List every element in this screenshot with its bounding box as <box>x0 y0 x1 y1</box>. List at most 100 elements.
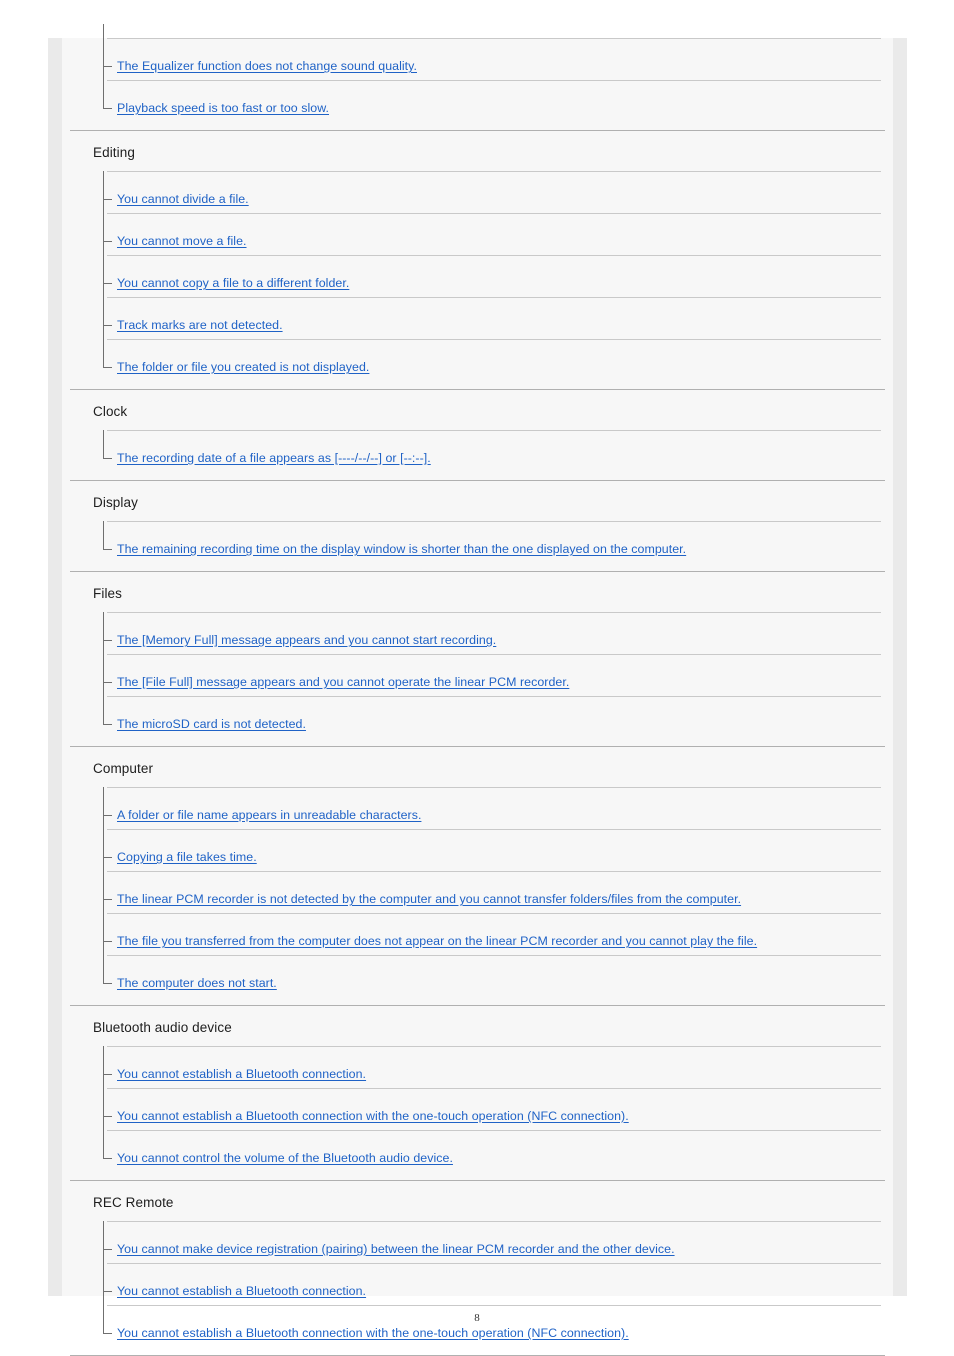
topic-link[interactable]: Playback speed is too fast or too slow. <box>117 100 329 116</box>
list-item: Copying a file takes time. <box>62 829 893 871</box>
tree-branch-icon <box>103 899 112 900</box>
link-tree: The Equalizer function does not change s… <box>62 24 893 130</box>
section-heading: Bluetooth audio device <box>93 1020 232 1035</box>
tree-branch-icon <box>103 1291 112 1292</box>
topic-link[interactable]: The remaining recording time on the disp… <box>117 541 686 557</box>
item-separator <box>107 171 881 172</box>
list-item: The Equalizer function does not change s… <box>62 38 893 80</box>
topic-link[interactable]: You cannot establish a Bluetooth connect… <box>117 1283 366 1299</box>
list-item: You cannot divide a file. <box>62 171 893 213</box>
list-item: The recording date of a file appears as … <box>62 430 893 472</box>
tree-branch-icon <box>103 1249 112 1250</box>
tree-branch-icon <box>103 1158 112 1159</box>
list-item: You cannot copy a file to a different fo… <box>62 255 893 297</box>
list-item: The file you transferred from the comput… <box>62 913 893 955</box>
list-item: The linear PCM recorder is not detected … <box>62 871 893 913</box>
topic-link[interactable]: You cannot copy a file to a different fo… <box>117 275 349 291</box>
topic-link[interactable]: The linear PCM recorder is not detected … <box>117 891 741 907</box>
link-tree: You cannot establish a Bluetooth connect… <box>62 1046 893 1180</box>
tree-branch-icon <box>103 941 112 942</box>
link-tree: A folder or file name appears in unreada… <box>62 787 893 1005</box>
section: Bluetooth audio device You cannot establi… <box>62 1005 893 1180</box>
tree-branch-icon <box>103 857 112 858</box>
item-separator <box>107 213 881 214</box>
list-item: A folder or file name appears in unreada… <box>62 787 893 829</box>
tree-branch-icon <box>103 724 112 725</box>
item-separator <box>107 80 881 81</box>
tree-branch-icon <box>103 199 112 200</box>
tree-branch-icon <box>103 241 112 242</box>
item-separator <box>107 829 881 830</box>
list-item: The folder or file you created is not di… <box>62 339 893 381</box>
item-separator <box>107 1046 881 1047</box>
item-separator <box>107 1263 881 1264</box>
list-item: The [File Full] message appears and you … <box>62 654 893 696</box>
topic-link[interactable]: You cannot establish a Bluetooth connect… <box>117 1066 366 1082</box>
topic-link[interactable]: You cannot move a file. <box>117 233 247 249</box>
link-tree: The remaining recording time on the disp… <box>62 521 893 571</box>
list-item: You cannot establish a Bluetooth connect… <box>62 1263 893 1305</box>
section-heading: Editing <box>93 145 135 160</box>
item-separator <box>107 521 881 522</box>
topic-link[interactable]: The computer does not start. <box>117 975 277 991</box>
section: Display The remaining recording time on t… <box>62 480 893 571</box>
section: REC Remote You cannot make device registr… <box>62 1180 893 1355</box>
item-separator <box>107 696 881 697</box>
page-content-area: The Equalizer function does not change s… <box>62 24 893 1356</box>
topic-link[interactable]: The Equalizer function does not change s… <box>117 58 417 74</box>
section: Editing You cannot divide a file. You cann… <box>62 130 893 389</box>
topic-link[interactable]: You cannot control the volume of the Blu… <box>117 1150 453 1166</box>
item-separator <box>107 430 881 431</box>
item-separator <box>107 654 881 655</box>
tree-branch-icon <box>103 66 112 67</box>
list-item: You cannot control the volume of the Blu… <box>62 1130 893 1172</box>
list-item: The [Memory Full] message appears and yo… <box>62 612 893 654</box>
topic-link[interactable]: The [File Full] message appears and you … <box>117 674 569 690</box>
item-separator <box>107 1130 881 1131</box>
link-tree: You cannot divide a file. You cannot move… <box>62 171 893 389</box>
item-separator <box>107 871 881 872</box>
topic-link[interactable]: The folder or file you created is not di… <box>117 359 369 375</box>
link-tree: The recording date of a file appears as … <box>62 430 893 480</box>
tree-branch-icon <box>103 549 112 550</box>
section-heading: Clock <box>93 404 128 419</box>
link-tree: You cannot make device registration (pai… <box>62 1221 893 1355</box>
item-separator <box>107 339 881 340</box>
tree-branch-icon <box>103 283 112 284</box>
tree-branch-icon <box>103 1333 112 1334</box>
list-item: You cannot move a file. <box>62 213 893 255</box>
topic-link[interactable]: A folder or file name appears in unreada… <box>117 807 421 823</box>
tree-branch-icon <box>103 325 112 326</box>
topic-link[interactable]: The [Memory Full] message appears and yo… <box>117 632 496 648</box>
list-item: You cannot make device registration (pai… <box>62 1221 893 1263</box>
item-separator <box>107 612 881 613</box>
tree-branch-icon <box>103 108 112 109</box>
topic-link[interactable]: You cannot establish a Bluetooth connect… <box>117 1325 629 1341</box>
topic-link[interactable]: Copying a file takes time. <box>117 849 257 865</box>
section: The Equalizer function does not change s… <box>62 24 893 130</box>
item-separator <box>107 955 881 956</box>
section-heading: Display <box>93 495 138 510</box>
item-separator <box>107 297 881 298</box>
tree-branch-icon <box>103 458 112 459</box>
item-separator <box>107 913 881 914</box>
topic-link[interactable]: You cannot make device registration (pai… <box>117 1241 675 1257</box>
topic-link[interactable]: Track marks are not detected. <box>117 317 283 333</box>
topic-link[interactable]: You cannot divide a file. <box>117 191 249 207</box>
list-item: You cannot establish a Bluetooth connect… <box>62 1088 893 1130</box>
section-heading: Computer <box>93 761 154 776</box>
item-separator <box>107 1088 881 1089</box>
page-gutter-left <box>48 38 62 1296</box>
list-item: The remaining recording time on the disp… <box>62 521 893 563</box>
list-item: The microSD card is not detected. <box>62 696 893 738</box>
item-separator <box>107 38 881 39</box>
tree-branch-icon <box>103 682 112 683</box>
topic-link[interactable]: The file you transferred from the comput… <box>117 933 757 949</box>
topic-link[interactable]: The microSD card is not detected. <box>117 716 306 732</box>
topic-link[interactable]: The recording date of a file appears as … <box>117 450 431 466</box>
item-separator <box>107 255 881 256</box>
list-item: Playback speed is too fast or too slow. <box>62 80 893 122</box>
tree-branch-icon <box>103 815 112 816</box>
item-separator <box>107 787 881 788</box>
topic-link[interactable]: You cannot establish a Bluetooth connect… <box>117 1108 629 1124</box>
